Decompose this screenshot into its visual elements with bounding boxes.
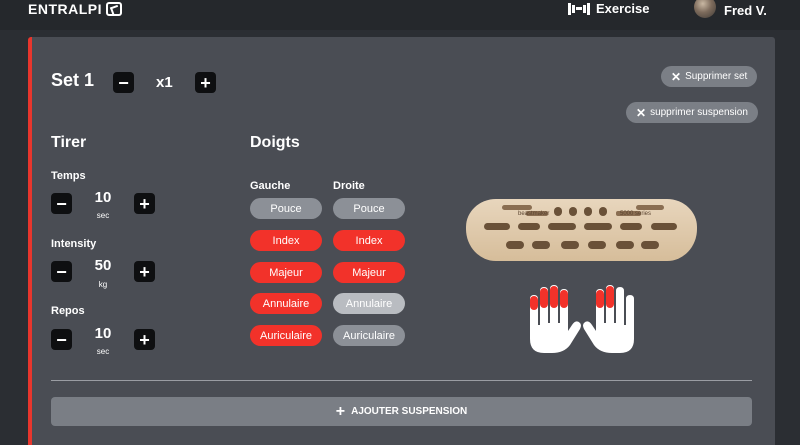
set-decrement-button[interactable]: −	[113, 72, 134, 93]
temps-increment-button[interactable]: +	[134, 193, 155, 214]
dumbbell-icon	[568, 2, 590, 15]
hangboard-series: 5000 series	[620, 211, 652, 217]
left-finger-annulaire[interactable]: Annulaire	[250, 293, 322, 314]
set-title: Set 1	[51, 70, 95, 90]
close-icon: ✕	[636, 105, 647, 120]
intensity-decrement-button[interactable]: −	[51, 261, 72, 282]
left-hand-icon	[530, 285, 581, 353]
repos-value: 10	[94, 325, 112, 342]
right-finger-majeur[interactable]: Majeur	[333, 262, 405, 283]
avatar	[694, 0, 716, 18]
repos-decrement-button[interactable]: −	[51, 329, 72, 350]
divider	[51, 380, 752, 381]
hangboard-brand: beastmaker	[518, 211, 550, 217]
doigts-title: Doigts	[250, 134, 300, 151]
right-finger-index[interactable]: Index	[333, 230, 405, 251]
right-hand-icon	[583, 285, 634, 353]
hangboard-image: beastmaker 5000 series	[466, 199, 697, 261]
delete-set-label: Supprimer set	[685, 71, 748, 82]
left-finger-index[interactable]: Index	[250, 230, 322, 251]
top-bar: ENTRALPI Exercise Fred V.	[0, 0, 800, 30]
temps-label: Temps	[51, 170, 86, 182]
repos-unit: sec	[96, 347, 110, 356]
nav-exercise[interactable]: Exercise	[568, 0, 650, 17]
nav-exercise-label: Exercise	[596, 1, 650, 16]
set-increment-button[interactable]: +	[195, 72, 216, 93]
user-name: Fred V.	[724, 2, 767, 18]
right-finger-pouce[interactable]: Pouce	[333, 198, 405, 219]
right-finger-annulaire[interactable]: Annulaire	[333, 293, 405, 314]
hands-illustration	[530, 285, 634, 353]
plus-icon: +	[335, 402, 346, 420]
left-finger-majeur[interactable]: Majeur	[250, 262, 322, 283]
delete-suspension-button[interactable]: ✕ supprimer suspension	[626, 102, 758, 123]
intensity-increment-button[interactable]: +	[134, 261, 155, 282]
add-suspension-button[interactable]: + AJOUTER SUSPENSION	[51, 397, 752, 426]
droite-label: Droite	[333, 180, 365, 192]
intensity-unit: kg	[98, 280, 108, 289]
gauche-label: Gauche	[250, 180, 291, 192]
left-finger-auriculaire[interactable]: Auriculaire	[250, 325, 322, 346]
intensity-value: 50	[94, 257, 112, 274]
temps-unit: sec	[96, 211, 110, 220]
close-icon: ✕	[671, 69, 682, 84]
right-finger-auriculaire[interactable]: Auriculaire	[333, 325, 405, 346]
logo-hand-icon	[106, 2, 122, 16]
logo-text: ENTRALPI	[28, 1, 102, 17]
repos-increment-button[interactable]: +	[134, 329, 155, 350]
delete-suspension-label: supprimer suspension	[650, 107, 748, 118]
repos-label: Repos	[51, 305, 85, 317]
set-count: x1	[156, 74, 173, 91]
tirer-title: Tirer	[51, 134, 87, 151]
temps-value: 10	[94, 189, 112, 206]
intensity-label: Intensity	[51, 238, 97, 250]
logo[interactable]: ENTRALPI	[28, 0, 122, 18]
user-menu[interactable]: Fred V.	[694, 0, 767, 20]
left-finger-pouce[interactable]: Pouce	[250, 198, 322, 219]
temps-decrement-button[interactable]: −	[51, 193, 72, 214]
add-suspension-label: AJOUTER SUSPENSION	[351, 406, 468, 417]
delete-set-button[interactable]: ✕ Supprimer set	[661, 66, 758, 87]
